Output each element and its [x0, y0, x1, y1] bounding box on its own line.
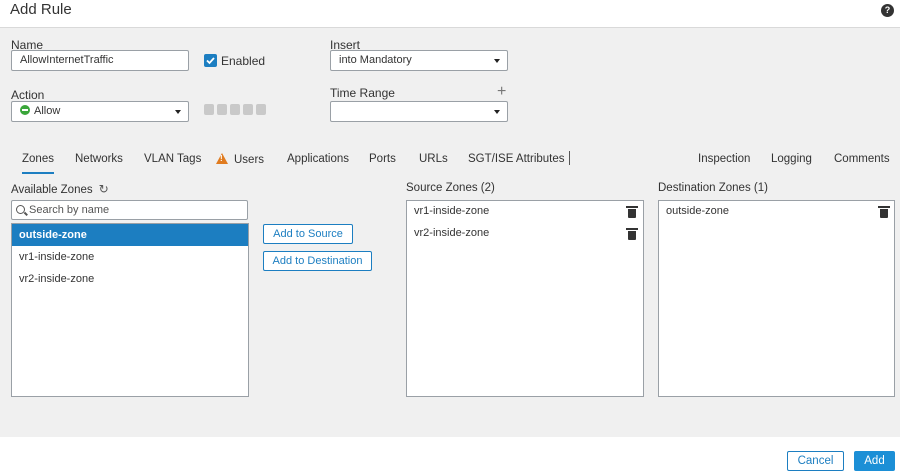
- trash-icon[interactable]: [626, 228, 638, 240]
- tab-ports[interactable]: Ports: [369, 153, 396, 165]
- checkbox-check-icon: [206, 57, 215, 65]
- refresh-icon[interactable]: ↻: [99, 182, 109, 196]
- warning-icon: [216, 153, 228, 164]
- insert-select[interactable]: into Mandatory: [330, 50, 508, 71]
- action-option-icons: [204, 104, 266, 115]
- available-zones-title: Available Zones: [11, 184, 93, 196]
- add-to-destination-button[interactable]: Add to Destination: [263, 251, 372, 271]
- zone-search-input[interactable]: Search by name: [11, 200, 248, 220]
- source-zones-list: vr1-inside-zone vr2-inside-zone: [406, 200, 644, 397]
- tab-divider: [569, 151, 570, 165]
- dialog-title: Add Rule: [10, 1, 72, 18]
- help-icon[interactable]: ?: [881, 4, 894, 17]
- name-input[interactable]: AllowInternetTraffic: [11, 50, 189, 71]
- time-range-select[interactable]: [330, 101, 508, 122]
- available-zones-list[interactable]: outside-zone vr1-inside-zone vr2-inside-…: [11, 223, 249, 397]
- list-item: vr2-inside-zone: [414, 227, 490, 239]
- list-item: outside-zone: [666, 205, 729, 217]
- name-input-value: AllowInternetTraffic: [20, 54, 114, 66]
- cancel-button[interactable]: Cancel: [787, 451, 844, 471]
- action-select-value: Allow: [34, 105, 61, 117]
- plus-icon[interactable]: +: [497, 84, 506, 100]
- tab-comments[interactable]: Comments: [834, 153, 890, 165]
- enabled-checkbox[interactable]: [204, 54, 217, 67]
- dialog-footer: [0, 437, 900, 471]
- tab-zones[interactable]: Zones: [22, 153, 54, 174]
- action-label: Action: [11, 88, 45, 102]
- rule-tabs: Zones Networks VLAN Tags Users Applicati…: [0, 146, 900, 174]
- file-policy-icon: [217, 104, 227, 115]
- list-item[interactable]: vr2-inside-zone: [12, 268, 248, 290]
- tab-logging[interactable]: Logging: [771, 153, 812, 165]
- tab-inspection[interactable]: Inspection: [698, 153, 750, 165]
- tab-sgt-ise-attributes[interactable]: SGT/ISE Attributes: [468, 153, 565, 165]
- document-icon: [256, 104, 266, 115]
- destination-zones-list: outside-zone: [658, 200, 895, 397]
- tab-urls[interactable]: URLs: [419, 153, 448, 165]
- list-item[interactable]: vr1-inside-zone: [12, 246, 248, 268]
- dialog-titlebar: Add Rule ?: [0, 0, 900, 28]
- trash-icon[interactable]: [626, 206, 638, 218]
- intrusion-policy-icon: [204, 104, 214, 115]
- tab-vlan-tags[interactable]: VLAN Tags: [144, 153, 201, 165]
- tab-users-label: Users: [234, 154, 265, 166]
- insert-select-value: into Mandatory: [339, 54, 412, 66]
- zone-search-placeholder: Search by name: [29, 204, 110, 216]
- list-item: vr1-inside-zone: [414, 205, 490, 217]
- add-to-source-button[interactable]: Add to Source: [263, 224, 353, 244]
- action-select[interactable]: Allow: [11, 101, 189, 122]
- chevron-down-icon: [175, 110, 181, 114]
- time-range-label: Time Range: [330, 86, 395, 100]
- allow-icon: [20, 105, 30, 115]
- available-zones-heading: Available Zones ↻: [11, 182, 109, 196]
- chevron-down-icon: [494, 59, 500, 63]
- logging-icon: [230, 104, 240, 115]
- list-item[interactable]: outside-zone: [12, 224, 248, 246]
- chevron-down-icon: [494, 110, 500, 114]
- notification-icon: [243, 104, 253, 115]
- destination-zones-title: Destination Zones (1): [658, 182, 768, 194]
- enabled-label: Enabled: [221, 54, 266, 68]
- tab-users[interactable]: Users: [216, 153, 264, 166]
- search-icon: [16, 205, 25, 214]
- trash-icon[interactable]: [878, 206, 890, 218]
- source-zones-title: Source Zones (2): [406, 182, 495, 194]
- tab-networks[interactable]: Networks: [75, 153, 123, 165]
- add-button[interactable]: Add: [854, 451, 895, 471]
- tab-applications[interactable]: Applications: [287, 153, 349, 165]
